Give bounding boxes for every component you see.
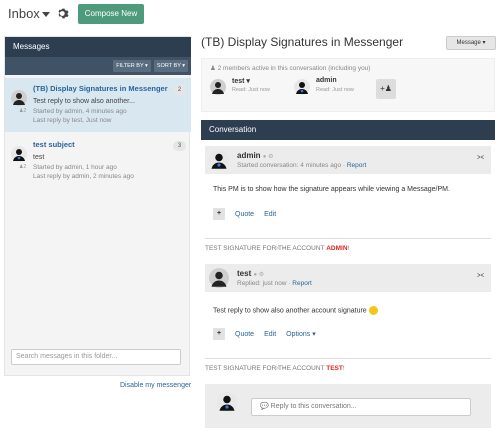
reply-area: 💬 Reply to this conversation... (205, 384, 491, 428)
divider (205, 358, 491, 359)
members-box: ♟ 2 members active in this conversation … (201, 58, 495, 112)
divider (205, 238, 491, 239)
avatar (11, 146, 27, 162)
post-subline: Replied: just now · Report (237, 280, 312, 287)
avatar (209, 268, 229, 288)
post-body: Test reply to show also another account … (213, 306, 378, 315)
edit-link[interactable]: Edit (264, 211, 276, 218)
post-actions: + Quote Edit Options ▾ (213, 328, 316, 340)
quote-link[interactable]: Quote (235, 211, 254, 218)
last-reply: Last reply by admin, 2 minutes ago (33, 173, 134, 180)
top-bar: Inbox Compose New (0, 0, 500, 30)
avatar (210, 79, 226, 95)
online-status-icon: ● ⚙ (262, 154, 274, 160)
member-name[interactable]: test ▾ (232, 77, 250, 85)
messages-panel: Messages FILTER BY ▾ SORT BY ▾ ♟2 (TB) D… (4, 36, 191, 376)
plus-icon[interactable]: + (213, 328, 225, 340)
sort-by-button[interactable]: SORT BY ▾ (154, 60, 188, 72)
members-summary: ♟ 2 members active in this conversation … (210, 65, 371, 72)
reply-count-badge: 3 (173, 141, 186, 151)
post-author[interactable]: test ● ⚙ (237, 269, 264, 278)
share-icon[interactable]: ⪥ (477, 270, 484, 280)
last-reply: Last reply by test, Just now (33, 117, 112, 124)
conversation-post: admin ● ⚙ Started conversation: 4 minute… (205, 146, 491, 236)
post-author[interactable]: admin ● ⚙ (237, 151, 273, 160)
disable-messenger-link[interactable]: Disable my messenger (120, 382, 191, 389)
gear-icon[interactable] (57, 7, 70, 20)
conversation-meta: Started by admin, 1 hour ago Last reply … (33, 163, 134, 181)
messages-header: Messages (5, 37, 191, 57)
conversation-title-link[interactable]: test subject (33, 140, 75, 149)
filter-bar: FILTER BY ▾ SORT BY ▾ (5, 57, 191, 75)
inbox-title[interactable]: Inbox (8, 6, 40, 21)
post-actions: + Quote Edit (213, 208, 276, 220)
participants-count: ♟2 (19, 164, 27, 170)
signature: TEST SIGNATURE FOR THE ACCOUNT TEST! (205, 365, 345, 372)
filter-by-button[interactable]: FILTER BY ▾ (113, 60, 151, 72)
close-icon[interactable]: ✕ ✕ (275, 245, 287, 252)
post-subline: Started conversation: 4 minutes ago · Re… (237, 162, 367, 169)
avatar (217, 392, 237, 412)
started-by: Started by admin, 1 hour ago (33, 164, 117, 171)
conversation-title-link[interactable]: (TB) Display Signatures in Messenger (33, 84, 168, 93)
report-link[interactable]: Report (347, 162, 367, 169)
conversation-post: test ● ⚙ Replied: just now · Report ⪥ Te… (205, 264, 491, 354)
conversation-list-item[interactable]: ♟2 (TB) Display Signatures in Messenger … (5, 78, 191, 132)
close-icon[interactable]: ✕ ✕ (275, 365, 287, 372)
comment-icon: 💬 (260, 403, 269, 410)
online-status-icon: ● ⚙ (253, 272, 265, 278)
post-body: This PM is to show how the signature app… (213, 186, 450, 193)
reply-input[interactable]: 💬 Reply to this conversation... (251, 398, 471, 416)
conversation-preview: test (33, 154, 45, 161)
chevron-down-icon[interactable] (42, 12, 50, 17)
conversation-list-item[interactable]: ♟2 test subject test Started by admin, 1… (5, 134, 191, 188)
started-by: Started by admin, 4 minutes ago (33, 108, 127, 115)
post-header: admin ● ⚙ Started conversation: 4 minute… (205, 146, 491, 174)
participants-count: ♟2 (19, 108, 27, 114)
quote-link[interactable]: Quote (235, 331, 254, 338)
message-options-button[interactable]: Message ▾ (446, 36, 496, 50)
plus-icon[interactable]: + (213, 208, 225, 220)
conversation-preview: Test reply to show also another... (33, 98, 135, 105)
smiley-icon (368, 306, 378, 315)
search-messages-input[interactable]: Search messages in this folder... (11, 349, 181, 365)
signature: TEST SIGNATURE FOR THE ACCOUNT ADMIN! (205, 245, 350, 252)
conversation-header: Conversation (201, 120, 495, 140)
member-name[interactable]: admin (316, 77, 337, 84)
edit-link[interactable]: Edit (264, 331, 276, 338)
options-dropdown[interactable]: Options ▾ (286, 330, 316, 338)
conversation-meta: Started by admin, 4 minutes ago Last rep… (33, 107, 127, 125)
compose-new-button[interactable]: Compose New (78, 4, 144, 24)
member-read-status: Read: Just now (232, 87, 270, 93)
post-header: test ● ⚙ Replied: just now · Report ⪥ (205, 264, 491, 292)
avatar (209, 150, 229, 170)
avatar (294, 79, 310, 95)
share-icon[interactable]: ⪥ (477, 152, 484, 162)
avatar (11, 90, 27, 106)
report-link[interactable]: Report (292, 280, 312, 287)
page-title: (TB) Display Signatures in Messenger (201, 35, 404, 49)
member-read-status: Read: Just now (316, 87, 354, 93)
add-member-button[interactable]: +♟ (376, 79, 396, 99)
reply-count-badge: 2 (173, 85, 186, 95)
